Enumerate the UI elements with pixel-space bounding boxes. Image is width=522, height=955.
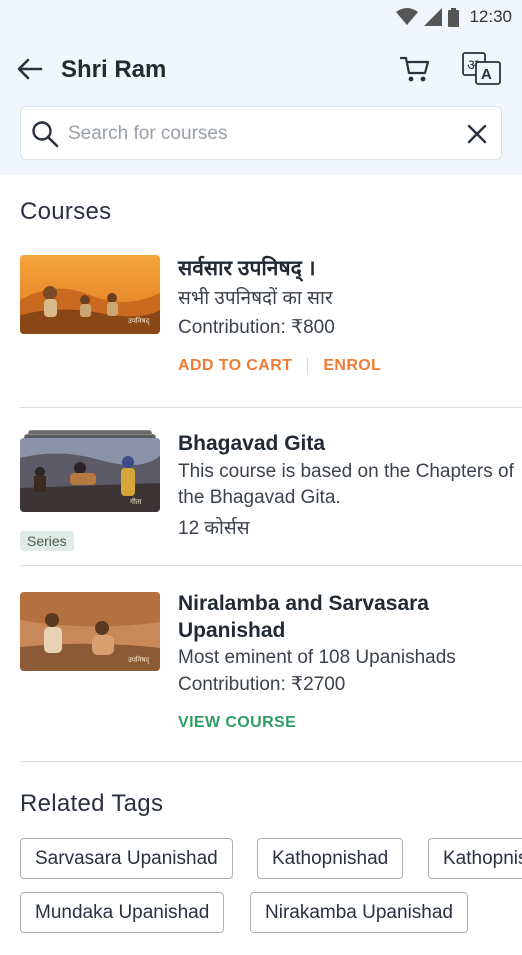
course-subtitle: This course is based on the Chapters of …	[178, 461, 514, 508]
divider	[20, 565, 522, 566]
tag-chip[interactable]: Sarvasara Upanishad	[20, 838, 233, 879]
course-title: सर्वसार उपनिषद् ।	[178, 257, 316, 280]
course-card[interactable]: गीता Series Bhagavad Gita This course is…	[20, 430, 522, 551]
svg-text:A: A	[481, 66, 492, 83]
course-thumbnail[interactable]: गीता	[20, 438, 160, 512]
course-subtitle: Most eminent of 108 Upanishads	[178, 647, 456, 668]
translate-icon: अ A	[462, 52, 501, 85]
cart-button[interactable]	[398, 52, 432, 86]
tag-chip[interactable]: Kathopnishad	[428, 838, 522, 879]
course-title: Bhagavad Gita	[178, 432, 326, 455]
enrol-button[interactable]: ENROL	[323, 357, 381, 375]
course-info: सर्वसार उपनिषद् । सभी उपनिषदों का सार Co…	[178, 255, 518, 375]
svg-text:उपनिषद्: उपनिषद्	[128, 655, 150, 664]
series-badge: Series	[20, 531, 74, 551]
course-contribution: Contribution: ₹2700	[178, 674, 346, 695]
signal-icon	[424, 8, 443, 26]
tag-chip[interactable]: Mundaka Upanishad	[20, 892, 225, 933]
course-actions: ADD TO CART ENROL	[178, 357, 518, 375]
view-course-button[interactable]: VIEW COURSE	[178, 714, 296, 732]
course-count: 12 कोर्सस	[178, 518, 250, 539]
course-subtitle: सभी उपनिषदों का सार	[178, 288, 333, 309]
svg-text:उपनिषद्: उपनिषद्	[128, 316, 150, 325]
related-tags-heading: Related Tags	[20, 790, 164, 817]
tag-chip[interactable]: Nirakamba Upanishad	[250, 892, 468, 933]
battery-icon	[448, 7, 460, 27]
course-thumbnail[interactable]: उपनिषद्	[20, 255, 160, 334]
action-divider	[307, 358, 309, 374]
course-card[interactable]: उपनिषद् Niralamba and Sarvasara Upanisha…	[20, 590, 522, 740]
back-arrow-icon	[17, 58, 43, 80]
course-info: Bhagavad Gita This course is based on th…	[178, 430, 518, 542]
page-title: Shri Ram	[61, 56, 167, 83]
course-thumbnail[interactable]: उपनिषद्	[20, 592, 160, 671]
course-actions: VIEW COURSE	[178, 714, 518, 732]
search-icon	[32, 121, 59, 148]
courses-heading: Courses	[20, 198, 112, 225]
back-button[interactable]	[14, 54, 46, 84]
divider	[20, 761, 522, 762]
svg-text:गीता: गीता	[130, 497, 142, 506]
course-title: Niralamba and Sarvasara Upanishad	[178, 592, 429, 642]
tag-chip[interactable]: Kathopnishad	[257, 838, 404, 879]
close-icon	[467, 124, 487, 144]
cart-icon	[400, 56, 430, 82]
wifi-icon	[396, 8, 419, 25]
clear-search-button[interactable]	[464, 121, 490, 147]
language-button[interactable]: अ A	[462, 52, 502, 86]
search-input[interactable]	[68, 115, 448, 153]
status-time: 12:30	[469, 7, 512, 26]
add-to-cart-button[interactable]: ADD TO CART	[178, 357, 292, 375]
course-card[interactable]: उपनिषद् सर्वसार उपनिषद् । सभी उपनिषदों क…	[20, 255, 522, 385]
divider	[20, 407, 522, 408]
status-bar: 12:30	[0, 0, 522, 34]
course-info: Niralamba and Sarvasara Upanishad Most e…	[178, 590, 518, 732]
search-bar	[20, 106, 502, 160]
app-bar: Shri Ram अ A	[0, 34, 522, 174]
course-contribution: Contribution: ₹800	[178, 317, 335, 338]
